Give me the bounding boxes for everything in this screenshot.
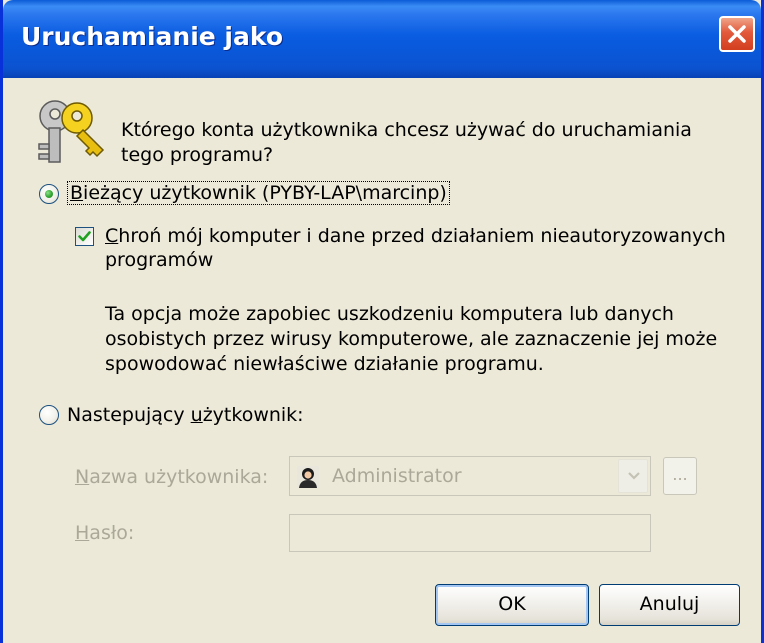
password-label-text: asło:	[89, 522, 135, 544]
protect-description: Ta opcja może zapobiec uszkodzeniu kompu…	[105, 302, 717, 377]
current-user-label[interactable]: Bieżący użytkownik (PYBY-LAP\marcinp)	[67, 181, 450, 205]
chevron-down-icon	[628, 472, 640, 480]
accelerator-u: u	[190, 404, 203, 426]
username-label: Nazwa użytkownika:	[75, 465, 268, 489]
user-icon	[297, 466, 319, 488]
close-button[interactable]	[719, 16, 755, 52]
close-icon	[728, 25, 746, 43]
description-line-3: spowodować niewłaściwe działanie program…	[105, 353, 544, 375]
focus-rectangle: Bieżący użytkownik (PYBY-LAP\marcinp)	[67, 181, 450, 205]
description-line-1: Ta opcja może zapobiec uszkodzeniu kompu…	[105, 303, 674, 325]
current-user-label-text: ieżący użytkownik (PYBY-LAP\marcinp)	[83, 182, 447, 204]
username-combobox[interactable]: Administrator	[289, 456, 651, 496]
other-user-label[interactable]: Nastepujący użytkownik:	[67, 403, 304, 427]
browse-users-button[interactable]: ...	[663, 457, 697, 495]
password-input[interactable]	[289, 514, 651, 552]
password-label: Hasło:	[75, 521, 134, 545]
check-icon	[78, 231, 91, 242]
keys-icon	[38, 100, 105, 163]
username-label-text: azwa użytkownika:	[89, 466, 269, 488]
run-as-dialog: Uruchamianie jako Którego konta użytkown…	[0, 0, 764, 643]
protect-label-line-1: hroń mój komputer i dane przed działanie…	[118, 225, 726, 247]
radio-selected-dot	[45, 190, 53, 198]
cancel-button[interactable]: Anuluj	[599, 584, 740, 626]
accelerator-n: N	[75, 466, 90, 488]
question-line-2: tego programu?	[121, 144, 274, 166]
other-user-radio[interactable]	[39, 405, 59, 425]
ok-button[interactable]: OK	[435, 584, 589, 626]
question-text: Którego konta użytkownika chcesz używać …	[121, 118, 692, 168]
accelerator-c: C	[105, 225, 119, 247]
accelerator-b: B	[70, 182, 84, 204]
description-line-2: osobistych przez wirusy komputerowe, ale…	[105, 328, 718, 350]
protect-computer-label[interactable]: Chroń mój komputer i dane przed działani…	[105, 224, 726, 272]
username-dropdown-button[interactable]	[618, 459, 648, 493]
username-value: Administrator	[332, 465, 462, 487]
other-user-label-end: żytkownik:	[202, 404, 304, 426]
protect-computer-checkbox[interactable]	[75, 227, 94, 246]
accelerator-h: H	[75, 522, 90, 544]
current-user-radio[interactable]	[39, 184, 59, 204]
title-bar[interactable]: Uruchamianie jako	[3, 0, 761, 78]
window-title: Uruchamianie jako	[21, 22, 283, 51]
other-user-label-start: Nastepujący	[67, 404, 191, 426]
question-line-1: Którego konta użytkownika chcesz używać …	[121, 119, 692, 141]
protect-label-line-2: programów	[105, 249, 214, 271]
